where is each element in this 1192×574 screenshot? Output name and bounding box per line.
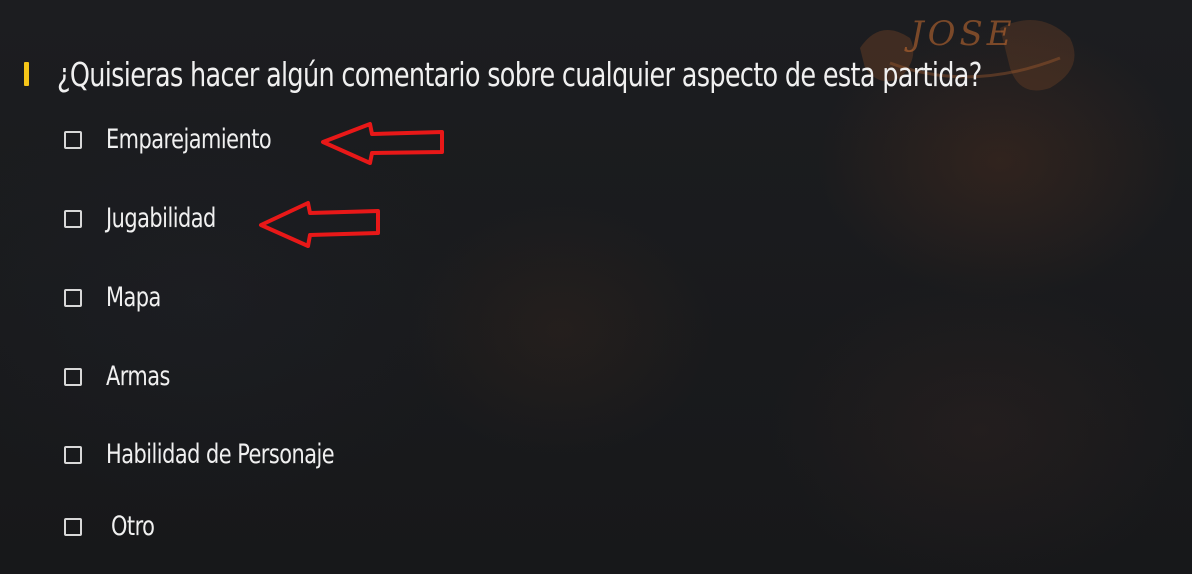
option-mapa[interactable]: Mapa [64, 282, 170, 313]
checkbox-otro[interactable] [64, 517, 82, 536]
checkbox-habilidad-de-personaje[interactable] [64, 445, 82, 464]
option-armas[interactable]: Armas [64, 361, 180, 392]
checkbox-mapa[interactable] [64, 288, 82, 307]
option-label: Otro [111, 511, 155, 542]
question-title: ¿Quisieras hacer algún comentario sobre … [57, 55, 982, 94]
option-habilidad-de-personaje[interactable]: Habilidad de Personaje [64, 439, 371, 470]
checkbox-jugabilidad[interactable] [64, 209, 82, 228]
left-arrow-outline-icon [259, 201, 380, 248]
option-jugabilidad[interactable]: Jugabilidad [64, 203, 234, 234]
option-otro[interactable]: Otro [64, 511, 161, 542]
checkbox-emparejamiento[interactable] [64, 130, 82, 149]
left-arrow-outline-icon [321, 122, 444, 165]
option-label: Habilidad de Personaje [106, 439, 335, 470]
question-marker [24, 62, 29, 86]
checkbox-armas[interactable] [64, 367, 82, 386]
option-label: Mapa [106, 282, 161, 313]
option-label: Jugabilidad [106, 203, 216, 234]
watermark-text: JOSE [910, 14, 1016, 54]
option-emparejamiento[interactable]: Emparejamiento [64, 124, 298, 155]
option-label: Armas [106, 361, 170, 392]
option-label: Emparejamiento [106, 124, 272, 155]
